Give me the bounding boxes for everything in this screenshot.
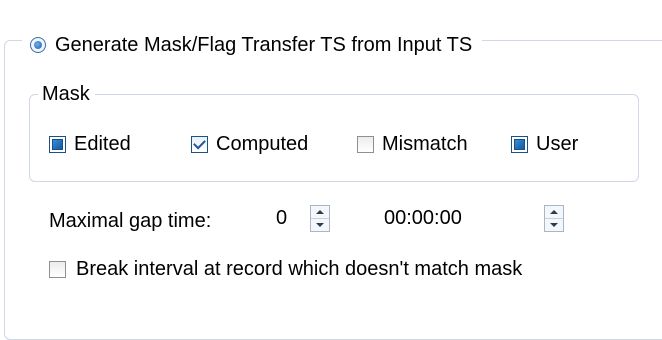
generate-mask-label: Generate Mask/Flag Transfer TS from Inpu… (55, 34, 473, 56)
mask-computed-option[interactable]: Computed (191, 131, 308, 157)
mismatch-checkbox[interactable] (357, 135, 374, 153)
edited-label: Edited (74, 133, 131, 155)
gap-count-spinner[interactable]: 0 (268, 202, 330, 234)
mismatch-label: Mismatch (382, 133, 468, 155)
mask-edited-option[interactable]: Edited (49, 131, 131, 157)
gap-count-spin-buttons[interactable] (310, 205, 330, 232)
break-interval-label: Break interval at record which doesn't m… (76, 258, 523, 280)
mask-user-option[interactable]: User (511, 131, 578, 157)
gap-count-value[interactable]: 0 (276, 206, 287, 230)
spin-up-icon[interactable] (311, 206, 329, 219)
gap-time-value[interactable]: 00:00:00 (384, 206, 462, 230)
spin-down-icon[interactable] (311, 219, 329, 231)
generate-mask-radio[interactable] (30, 37, 46, 53)
maximal-gap-time-label: Maximal gap time: (49, 210, 212, 232)
mask-group-title: Mask (38, 82, 95, 106)
edited-checkbox[interactable] (49, 135, 66, 153)
gap-time-spin-buttons[interactable] (544, 205, 564, 232)
spin-up-icon[interactable] (545, 206, 563, 219)
computed-label: Computed (216, 133, 309, 155)
transfer-ts-dialog: { "generate_option": { "label": "Generat… (0, 0, 662, 340)
user-label: User (536, 133, 579, 155)
generate-groupbox (4, 40, 662, 340)
generate-mask-radio-option[interactable]: Generate Mask/Flag Transfer TS from Inpu… (22, 30, 483, 60)
break-interval-option[interactable]: Break interval at record which doesn't m… (49, 256, 522, 282)
spin-down-icon[interactable] (545, 219, 563, 231)
check-mark-icon (193, 136, 206, 149)
computed-checkbox[interactable] (191, 135, 208, 153)
radio-selected-dot (34, 41, 42, 49)
user-checkbox[interactable] (511, 135, 528, 153)
gap-time-spinner[interactable]: 00:00:00 (380, 202, 564, 234)
break-interval-checkbox[interactable] (49, 260, 66, 278)
mask-mismatch-option[interactable]: Mismatch (357, 131, 468, 157)
